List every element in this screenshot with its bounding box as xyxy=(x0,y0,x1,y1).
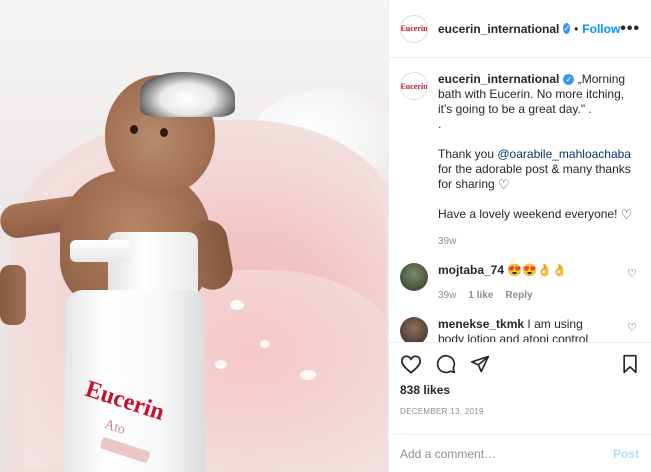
caption-line-4: Have a lovely weekend everyone! xyxy=(438,207,621,221)
post-header: Eucerin eucerin_international ✓ • Follow… xyxy=(388,0,651,58)
follow-button[interactable]: Follow xyxy=(582,22,620,36)
caption-mention-link[interactable]: @oarabile_mahloachaba xyxy=(497,147,631,161)
add-comment-bar: Post xyxy=(388,434,651,472)
comment-reply-button[interactable]: Reply xyxy=(505,288,532,303)
photo-foam xyxy=(260,340,270,348)
caption-time[interactable]: 39w xyxy=(438,234,638,249)
caption-body: eucerin_international ✓ „Morning bath wit… xyxy=(438,72,638,249)
comment-bubble-icon[interactable] xyxy=(436,354,456,374)
caption-avatar[interactable]: Eucerin xyxy=(400,72,428,100)
photo-baby-eye xyxy=(160,128,168,137)
instagram-post: Eucerin Ato Eucerin eucerin_internationa… xyxy=(0,0,651,472)
post-caption: Eucerin eucerin_international ✓ „Morning … xyxy=(400,72,639,249)
photo-bottle-pump xyxy=(70,240,130,262)
more-options-icon[interactable]: ••• xyxy=(620,20,640,38)
comment-time[interactable]: 39w xyxy=(438,288,456,303)
photo-baby-foam-hair xyxy=(140,72,235,117)
photo-foam xyxy=(230,300,244,310)
comment-likes[interactable]: 1 like xyxy=(468,288,493,303)
avatar-logo-text: Eucerin xyxy=(400,24,428,33)
comment-text: 😍😍👌👌 xyxy=(504,263,568,277)
photo-baby-eye xyxy=(130,125,138,134)
comment-input[interactable] xyxy=(400,446,613,461)
commenter-avatar[interactable] xyxy=(400,263,428,291)
comment-like-heart-icon[interactable]: ♡ xyxy=(627,321,637,334)
comment-username[interactable]: mojtaba_74 xyxy=(438,263,504,277)
caption-line-3-prefix: Thank you xyxy=(438,147,498,161)
likes-count[interactable]: 838 likes xyxy=(400,383,639,397)
post-photo[interactable]: Eucerin Ato xyxy=(0,0,388,472)
photo-foam xyxy=(300,370,316,380)
comment-username[interactable]: menekse_tkmk xyxy=(438,317,524,331)
post-actions: 838 likes DECEMBER 13, 2019 xyxy=(388,342,651,434)
comment-item: menekse_tkmk I am using body lotion and … xyxy=(400,317,639,342)
comment-body: menekse_tkmk I am using body lotion and … xyxy=(438,317,608,342)
heart-emoji-icon: ♡ xyxy=(620,207,633,222)
post-side-panel: Eucerin eucerin_international ✓ • Follow… xyxy=(388,0,651,472)
avatar-logo-text: Eucerin xyxy=(400,81,428,91)
photo-foam xyxy=(215,360,227,369)
verified-badge-icon: ✓ xyxy=(563,23,571,34)
comment-meta: 39w 1 like Reply xyxy=(438,288,608,303)
caption-line-2: . xyxy=(438,117,442,131)
photo-bottle xyxy=(65,290,205,472)
post-date: DECEMBER 13, 2019 xyxy=(400,407,484,416)
comment-body: mojtaba_74 😍😍👌👌 39w 1 like Reply xyxy=(438,263,608,303)
comments-list[interactable]: Eucerin eucerin_international ✓ „Morning … xyxy=(388,58,651,342)
bookmark-icon[interactable] xyxy=(621,354,639,374)
separator-dot: • xyxy=(574,21,579,36)
author-username[interactable]: eucerin_international xyxy=(438,22,559,36)
like-heart-icon[interactable] xyxy=(400,354,422,374)
comment-item: mojtaba_74 😍😍👌👌 39w 1 like Reply ♡ xyxy=(400,263,639,303)
commenter-avatar[interactable] xyxy=(400,317,428,342)
caption-username[interactable]: eucerin_international xyxy=(438,72,559,86)
share-send-icon[interactable] xyxy=(470,354,490,374)
verified-badge-icon: ✓ xyxy=(563,74,575,86)
author-avatar[interactable]: Eucerin xyxy=(400,14,428,43)
caption-line-3-suffix: for the adorable post & many thanks for … xyxy=(438,162,631,191)
photo-hand xyxy=(0,265,26,325)
heart-emoji-icon: ♡ xyxy=(498,177,510,192)
post-comment-button[interactable]: Post xyxy=(613,447,639,461)
action-icons xyxy=(400,351,639,377)
comment-like-heart-icon[interactable]: ♡ xyxy=(627,267,637,280)
